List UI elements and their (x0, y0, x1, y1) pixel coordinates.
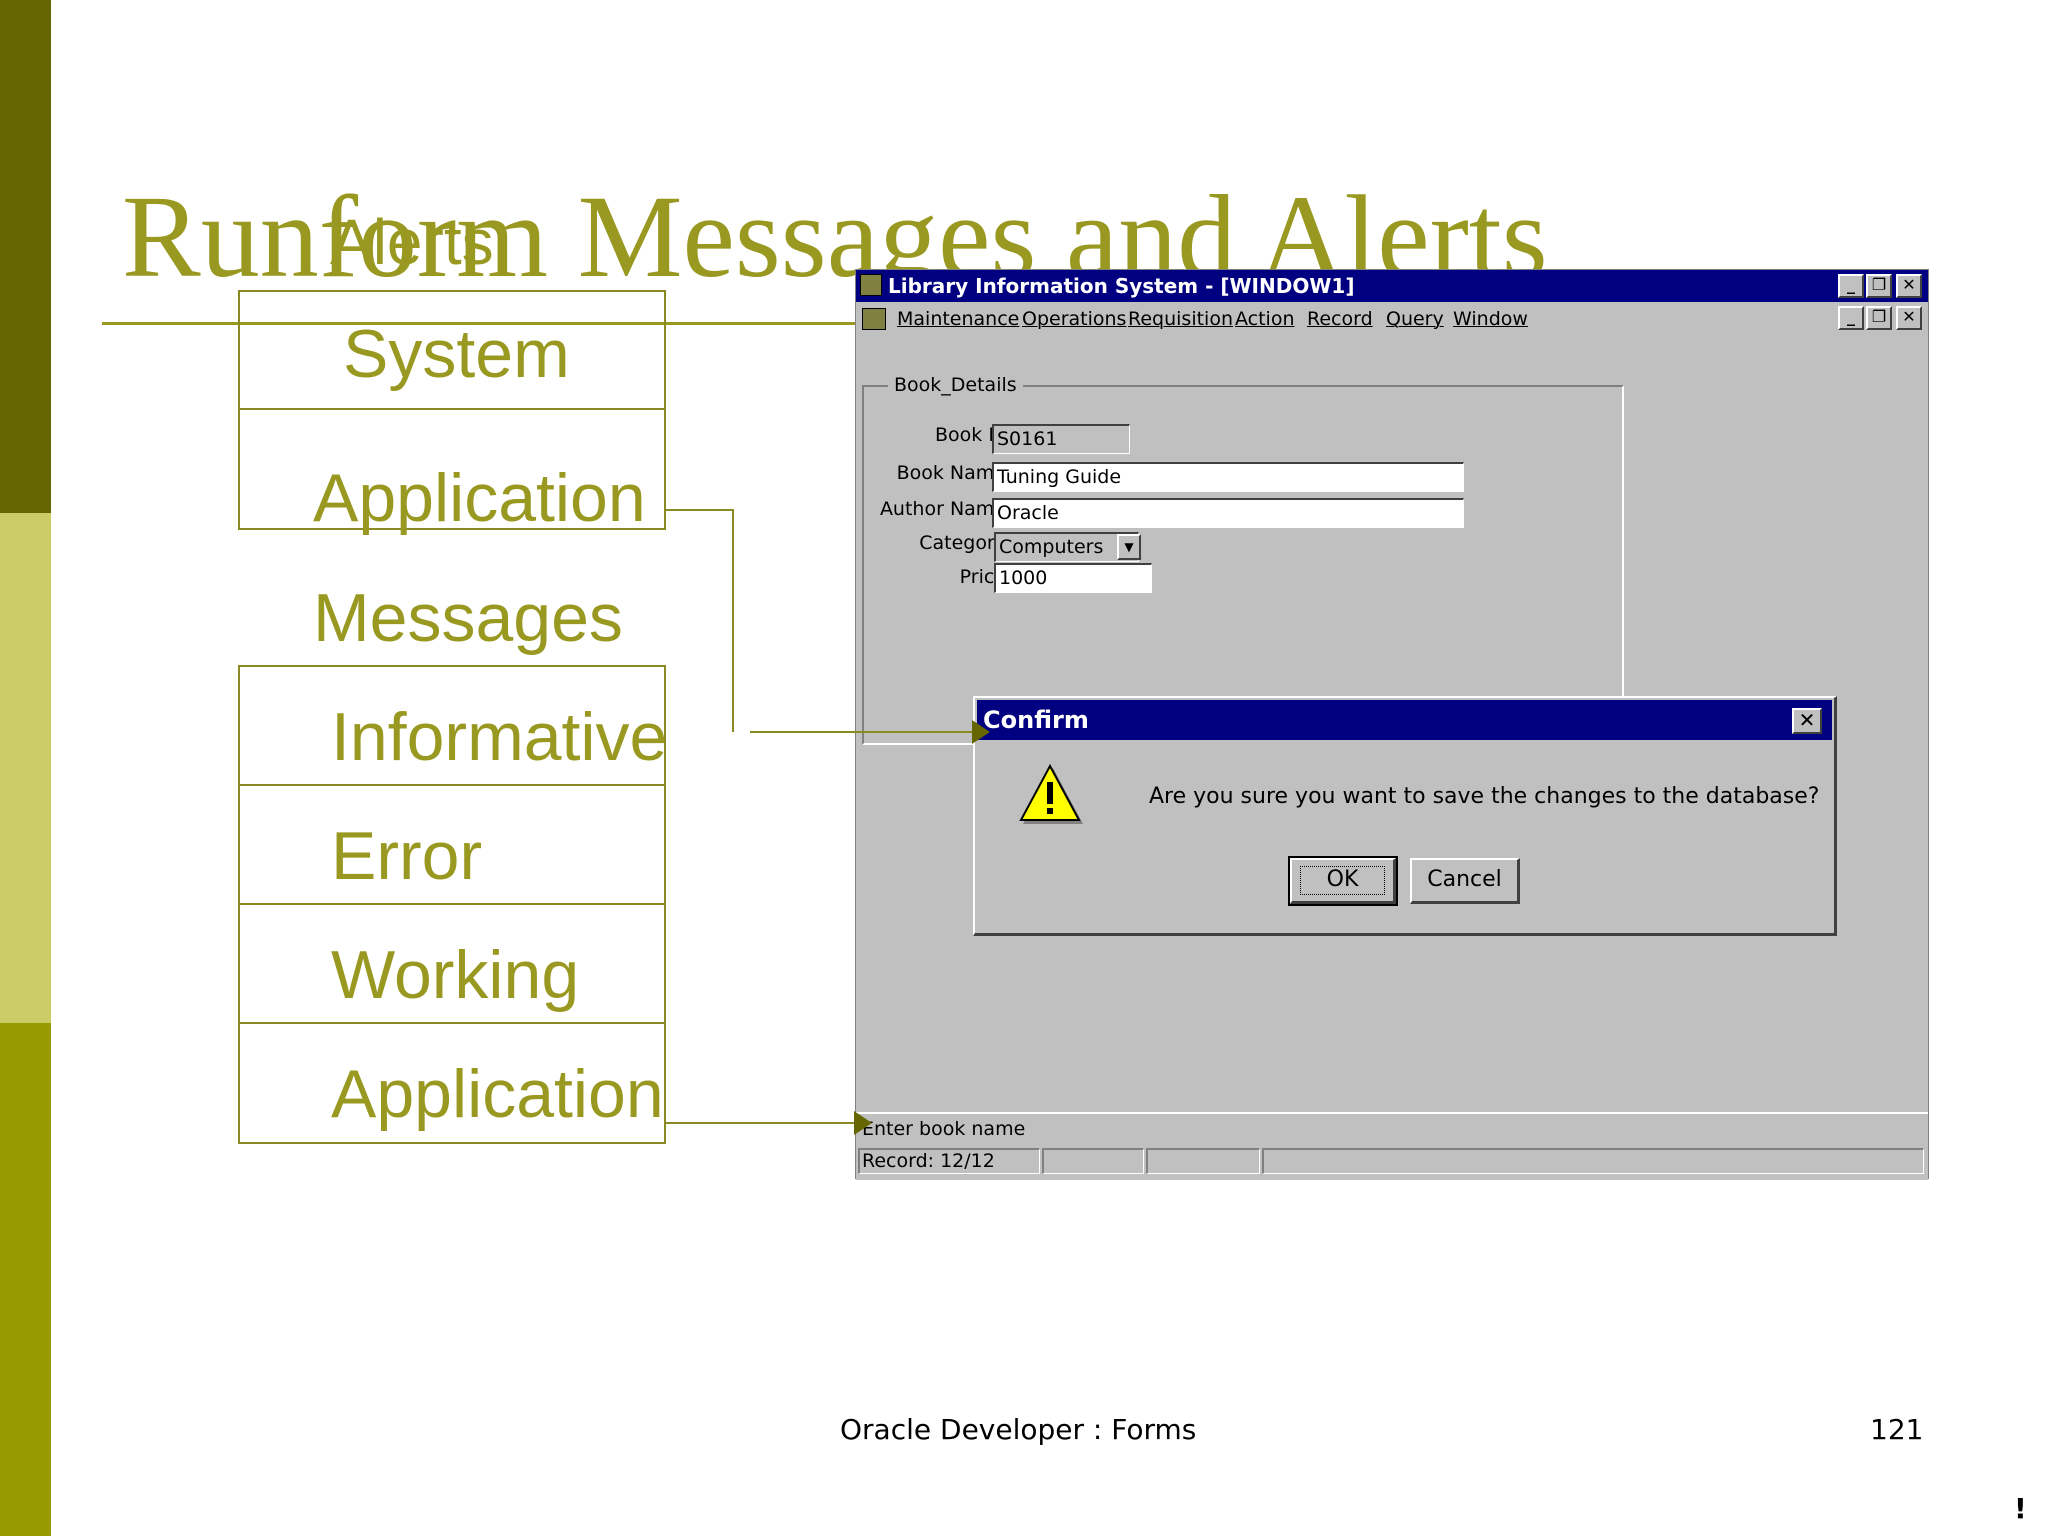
focus-rect (1300, 866, 1385, 895)
connector-line (666, 509, 734, 511)
status-cell (1146, 1148, 1260, 1174)
slide-footer: Oracle Developer : Forms (840, 1413, 1197, 1446)
connector-arrow (854, 1111, 872, 1135)
oracle-forms-icon[interactable] (862, 308, 886, 330)
restore-icon[interactable]: ❐ (1866, 274, 1892, 298)
message-error-label: Error (331, 818, 483, 894)
dialog-title: Confirm (983, 706, 1089, 734)
menu-operations[interactable]: Operations (1022, 302, 1126, 336)
close-icon[interactable]: ✕ (1896, 274, 1922, 298)
connector-arrow (972, 720, 990, 744)
message-application-label: Application (331, 1056, 664, 1132)
menu-record[interactable]: Record (1307, 302, 1373, 336)
status-message: Enter book name (862, 1118, 1026, 1140)
status-bar: Enter book name Record: 12/12 (856, 1112, 1928, 1180)
record-indicator: Record: 12/12 (858, 1148, 1040, 1174)
price-label: Price (959, 566, 1006, 588)
dialog-titlebar[interactable]: Confirm ✕ (977, 700, 1832, 740)
menu-window[interactable]: Window (1453, 302, 1528, 336)
status-cell (1262, 1148, 1924, 1174)
decor-stripe-bottom (0, 1023, 51, 1536)
oracle-forms-icon[interactable] (860, 274, 882, 296)
slide-page-number: 121 (1870, 1413, 1924, 1446)
book-id-field[interactable]: S0161 (992, 424, 1130, 454)
ok-button[interactable]: OK (1288, 856, 1398, 906)
author-name-label: Author Name (879, 498, 1006, 520)
close-icon[interactable]: ✕ (1896, 306, 1922, 330)
status-cell (1042, 1148, 1144, 1174)
minimize-icon[interactable]: _ (1838, 274, 1864, 298)
dialog-message: Are you sure you want to save the change… (1149, 784, 1820, 809)
menu-bar: Maintenance Operations Requisition Actio… (856, 302, 1928, 336)
warning-icon (1019, 764, 1083, 824)
book-name-label: Book Name (896, 462, 1006, 484)
menu-action[interactable]: Action (1235, 302, 1295, 336)
chevron-down-icon[interactable]: ▼ (1117, 534, 1141, 560)
menu-query[interactable]: Query (1386, 302, 1444, 336)
minimize-icon[interactable]: _ (1838, 306, 1864, 330)
menu-maintenance[interactable]: Maintenance (897, 302, 1019, 336)
message-working-label: Working (331, 937, 580, 1013)
confirm-dialog: Confirm ✕ Are you sure you want to save … (973, 696, 1837, 936)
connector-line (750, 731, 974, 733)
messages-heading: Messages (313, 580, 623, 656)
corner-mark: ! (2014, 1492, 2027, 1525)
price-field[interactable]: 1000 (994, 563, 1152, 593)
book-id-label: Book Id (935, 424, 1006, 446)
category-label: Category (919, 532, 1006, 554)
alerts-heading: Alerts (330, 206, 494, 278)
menu-requisition[interactable]: Requisition (1128, 302, 1233, 336)
window-title: Library Information System - [WINDOW1] (888, 274, 1355, 298)
alerts-system-label: System (343, 316, 570, 392)
alerts-application-label: Application (313, 460, 646, 536)
author-name-field[interactable]: Oracle (992, 498, 1464, 528)
book-name-field[interactable]: Tuning Guide (992, 462, 1464, 492)
message-informative-label: Informative (331, 699, 668, 775)
decor-stripe-middle (0, 513, 51, 1023)
cancel-button[interactable]: Cancel (1410, 858, 1520, 904)
decor-stripe-top (0, 0, 51, 513)
book-details-frame-label: Book_Details (888, 374, 1023, 396)
window-titlebar[interactable]: Library Information System - [WINDOW1] _… (856, 270, 1928, 302)
cancel-button-label: Cancel (1427, 867, 1502, 892)
restore-icon[interactable]: ❐ (1866, 306, 1892, 330)
connector-line (666, 1122, 856, 1124)
connector-line (732, 509, 734, 732)
close-icon[interactable]: ✕ (1792, 708, 1822, 734)
